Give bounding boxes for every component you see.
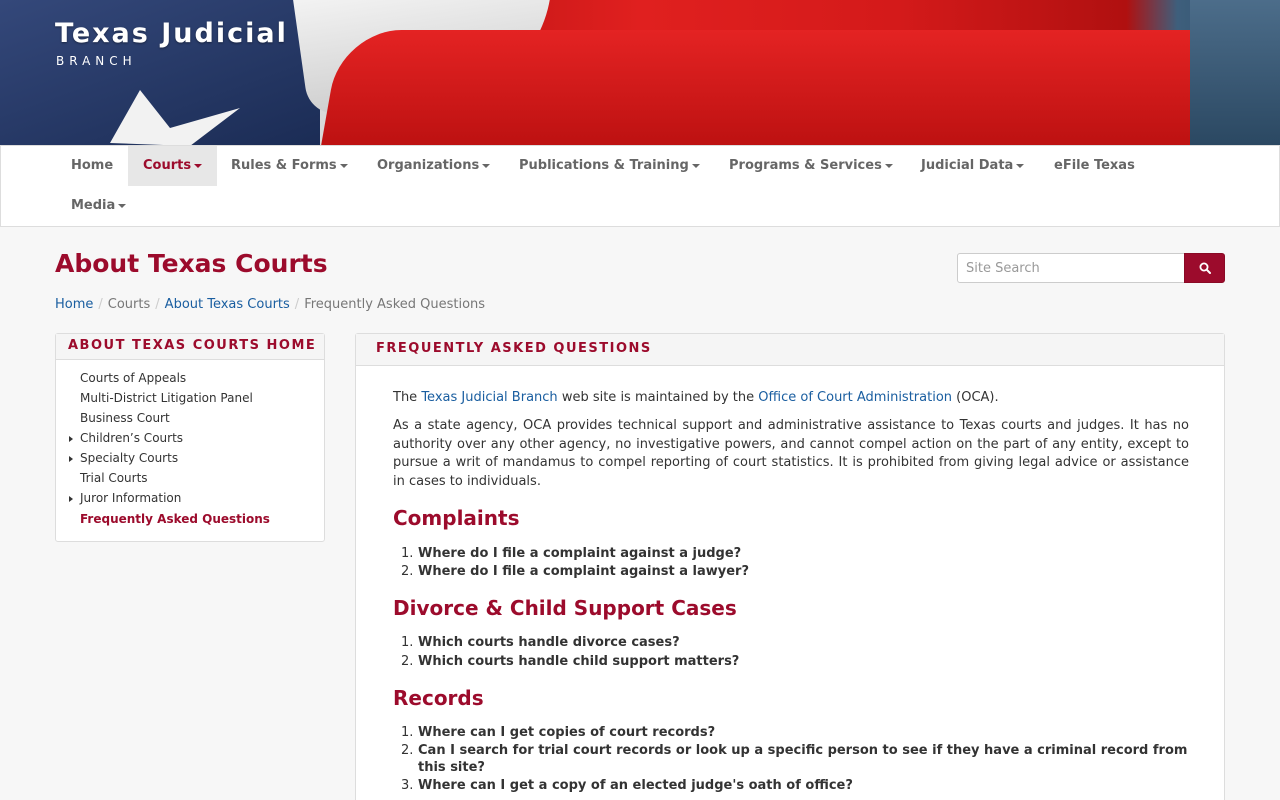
expand-triangle-icon[interactable] <box>69 436 73 442</box>
main-nav: Home Courts Rules & Forms Organizations … <box>0 145 1280 227</box>
sidebar-item-label: Children’s Courts <box>80 431 184 445</box>
sidebar-item-label: Courts of Appeals <box>80 371 187 385</box>
caret-down-icon <box>194 163 203 168</box>
panel-heading: FREQUENTLY ASKED QUESTIONS <box>356 334 1224 366</box>
sidebar-item-childrens-courts[interactable]: Children’s Courts <box>69 431 184 445</box>
question-text: Can I search for trial court records or … <box>418 743 1188 775</box>
sidebar-item-frequently-asked-questions[interactable]: Frequently Asked Questions <box>80 512 270 526</box>
site-subtitle: BRANCH <box>56 54 137 68</box>
intro-text: (OCA). <box>956 390 999 405</box>
nav-rules-forms[interactable]: Rules & Forms <box>216 146 363 186</box>
faq-question[interactable]: 2. Where do I file a complaint against a … <box>401 563 1191 580</box>
breadcrumb-separator: / <box>294 297 300 312</box>
sidebar-item-label: Frequently Asked Questions <box>80 512 270 526</box>
expand-triangle-icon[interactable] <box>69 456 73 462</box>
question-number: 2. <box>401 743 414 758</box>
flag-red-field <box>318 30 1222 145</box>
question-text: Which courts handle divorce cases? <box>418 635 680 650</box>
question-number: 2. <box>401 564 414 579</box>
intro-paragraph: The Texas Judicial Branch web site is ma… <box>393 389 999 407</box>
sidebar-item-business-court[interactable]: Business Court <box>80 411 170 425</box>
faq-question[interactable]: 1. Which courts handle divorce cases? <box>401 634 1191 651</box>
nav-label: Publications & Training <box>519 158 689 173</box>
nav-publications-training[interactable]: Publications & Training <box>504 146 715 186</box>
nav-courts[interactable]: Courts <box>128 146 218 186</box>
nav-label: eFile Texas <box>1054 158 1135 173</box>
sidebar-item-label: Juror Information <box>80 491 182 505</box>
question-text: Where do I file a complaint against a la… <box>418 564 750 579</box>
caret-down-icon <box>482 163 491 168</box>
sidebar-item-specialty-courts[interactable]: Specialty Courts <box>69 451 179 465</box>
breadcrumb-home[interactable]: Home <box>55 297 93 312</box>
sidebar-item-multi-district-litigation-panel[interactable]: Multi-District Litigation Panel <box>80 391 253 405</box>
nav-efile-texas[interactable]: eFile Texas <box>1039 146 1150 186</box>
sidebar-heading[interactable]: ABOUT TEXAS COURTS HOME <box>56 334 324 360</box>
flag-star-icon <box>110 90 240 145</box>
question-number: 1. <box>401 546 414 561</box>
question-text: Which courts handle child support matter… <box>418 654 740 669</box>
nav-organizations[interactable]: Organizations <box>362 146 505 186</box>
sidebar: ABOUT TEXAS COURTS HOME Courts of Appeal… <box>55 333 325 542</box>
caret-down-icon <box>691 163 700 168</box>
sidebar-item-courts-of-appeals[interactable]: Courts of Appeals <box>80 371 186 385</box>
nav-label: Programs & Services <box>729 158 882 173</box>
sidebar-item-label: Trial Courts <box>80 471 148 485</box>
search-icon <box>1199 262 1211 274</box>
question-number: 3. <box>401 778 414 793</box>
nav-label: Judicial Data <box>921 158 1014 173</box>
sidebar-item-juror-information[interactable]: Juror Information <box>69 491 182 505</box>
caret-down-icon <box>118 203 127 208</box>
section-heading-complaints: Complaints <box>393 506 520 530</box>
site-title[interactable]: Texas Judicial <box>55 18 288 49</box>
section-heading-divorce-child-support: Divorce & Child Support Cases <box>393 596 737 620</box>
page-title: About Texas Courts <box>55 249 328 278</box>
faq-question[interactable]: 1. Where do I file a complaint against a … <box>401 545 1191 562</box>
nav-label: Rules & Forms <box>231 158 337 173</box>
section-heading-records: Records <box>393 686 484 710</box>
nav-label: Organizations <box>377 158 480 173</box>
office-of-court-administration-link[interactable]: Office of Court Administration <box>758 390 952 405</box>
nav-programs-services[interactable]: Programs & Services <box>714 146 908 186</box>
caret-down-icon <box>1016 163 1025 168</box>
breadcrumb-separator: / <box>155 297 160 312</box>
breadcrumb-current: Frequently Asked Questions <box>304 297 486 312</box>
question-text: Where can I get a copy of an elected jud… <box>418 778 853 793</box>
nav-label: Home <box>71 158 114 173</box>
intro-text: The <box>393 390 418 405</box>
nav-label: Media <box>71 198 116 213</box>
faq-question[interactable]: 2. Which courts handle child support matt… <box>401 653 1191 670</box>
breadcrumb: Home / Courts / About Texas Courts / Frequentl… <box>55 297 485 312</box>
texas-judicial-branch-link[interactable]: Texas Judicial Branch <box>421 390 557 405</box>
breadcrumb-about-texas-courts[interactable]: About Texas Courts <box>165 297 290 312</box>
nav-media[interactable]: Media <box>56 186 141 226</box>
question-text: Where can I get copies of court records? <box>418 725 716 740</box>
intro-text: web site is maintained by the <box>561 390 755 405</box>
question-number: 1. <box>401 725 414 740</box>
breadcrumb-separator: / <box>98 297 103 312</box>
nav-label: Courts <box>143 158 192 173</box>
question-text: Where do I file a complaint against a ju… <box>418 546 742 561</box>
caret-down-icon <box>339 163 348 168</box>
question-number: 1. <box>401 635 414 650</box>
oca-description: As a state agency, OCA provides technica… <box>393 418 1189 489</box>
expand-triangle-icon[interactable] <box>69 496 73 502</box>
sidebar-item-trial-courts[interactable]: Trial Courts <box>80 471 148 485</box>
faq-panel: FREQUENTLY ASKED QUESTIONS The Texas Jud… <box>355 333 1225 800</box>
caret-down-icon <box>884 163 893 168</box>
sky-background <box>1190 0 1280 145</box>
search-button[interactable] <box>1184 253 1225 283</box>
faq-question[interactable]: 3. Where can I get a copy of an elected j… <box>401 777 1191 794</box>
header-banner: Texas Judicial BRANCH <box>0 0 1280 145</box>
question-number: 2. <box>401 654 414 669</box>
faq-question[interactable]: 1. Where can I get copies of court record… <box>401 724 1191 741</box>
breadcrumb-courts: Courts <box>107 297 151 312</box>
sidebar-item-label: Business Court <box>80 411 170 425</box>
nav-judicial-data[interactable]: Judicial Data <box>906 146 1039 186</box>
nav-home[interactable]: Home <box>56 146 128 186</box>
site-search <box>957 253 1225 283</box>
sidebar-item-label: Specialty Courts <box>80 451 179 465</box>
search-input[interactable] <box>957 253 1185 283</box>
sidebar-item-label: Multi-District Litigation Panel <box>80 391 253 405</box>
faq-question[interactable]: 2. Can I search for trial court records o… <box>401 742 1191 776</box>
